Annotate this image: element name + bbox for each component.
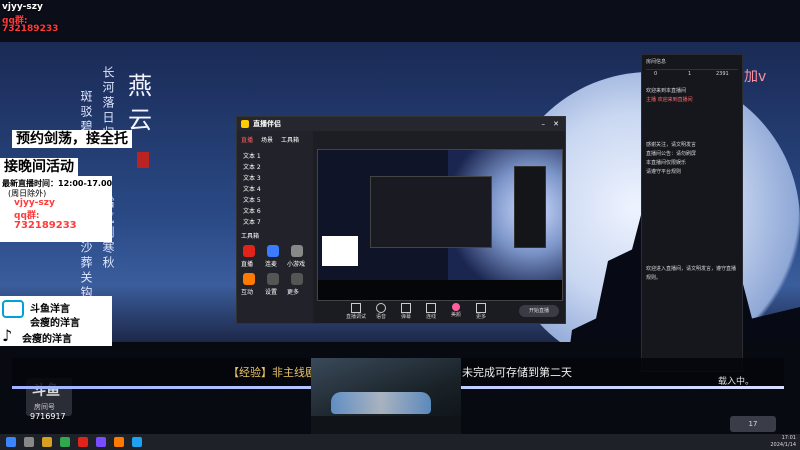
webcam-feed (311, 358, 461, 438)
chat-message: 欢迎来到本直播间 (646, 88, 687, 94)
taskbar-time: 17:01 (781, 435, 796, 441)
chat-stat: 2391 (716, 71, 729, 77)
chat-message: 感谢关注，请文明发言 (646, 142, 697, 148)
side-tag: 加v (744, 69, 767, 85)
app-titlebar: 直播伴侣 – ✕ (237, 117, 565, 131)
stream-preview (317, 149, 563, 301)
bilibili-icon (2, 300, 24, 318)
nested-caption (318, 280, 562, 300)
chat-panel: 房间信息 0 1 2391 欢迎来到本直播间 主播 欢迎来到直播间 感谢关注，请… (641, 54, 743, 372)
taskbar-date: 2024/1/14 (770, 442, 796, 448)
settings-tool-icon[interactable] (267, 273, 279, 285)
chat-messages: 欢迎来到本直播间 主播 欢迎来到直播间 (646, 87, 738, 105)
tool-label: 互动 (241, 289, 254, 296)
source-item[interactable]: 文本 7 (243, 217, 261, 228)
app-sidebar: 直播 场景 工具箱 文本 1 文本 2 文本 3 文本 4 文本 5 文本 6 … (237, 131, 313, 323)
browser-icon[interactable] (60, 437, 70, 447)
room-number: 9716917 (30, 412, 66, 421)
scene-title-char1: 燕 (128, 72, 152, 100)
chat-notice: 欢迎进入直播间，请文明发言，遵守直播规则。 (646, 266, 737, 281)
source-list: 文本 1 文本 2 文本 3 文本 4 文本 5 文本 6 文本 7 (243, 151, 261, 228)
tool-label: 设置 (265, 289, 278, 296)
source-item[interactable]: 文本 6 (243, 206, 261, 217)
tool-section-title: 工具箱 (241, 233, 260, 240)
chat-stat: 1 (688, 71, 692, 77)
start-live-button[interactable]: 开始直播 (519, 305, 559, 317)
streaming-app-window[interactable]: 直播伴侣 – ✕ 直播 场景 工具箱 文本 1 文本 2 文本 3 文本 4 文… (236, 116, 566, 324)
game-tool-icon[interactable] (291, 245, 303, 257)
more-tool-icon[interactable] (291, 273, 303, 285)
caption-right: 未完成可存储到第二天 (462, 366, 572, 379)
app-icon[interactable] (96, 437, 106, 447)
source-item[interactable]: 文本 4 (243, 184, 261, 195)
tab-tools[interactable]: 工具箱 (281, 135, 299, 144)
nested-overlay (322, 236, 358, 266)
bilibili-label: 斗鱼洋言 (30, 304, 70, 315)
chat-message: 本直播间仅限娱乐 (646, 160, 687, 166)
source-item[interactable]: 文本 3 (243, 173, 261, 184)
tool-label: 小游戏 (287, 261, 306, 268)
tab-live[interactable]: 直播 (241, 135, 253, 144)
app-logo-icon (241, 120, 249, 128)
seal-stamp (137, 152, 149, 168)
qq-group-number: 732189233 (14, 220, 77, 231)
minimize-icon[interactable]: – (542, 117, 546, 131)
caption-left: 【经验】非主线剧 (228, 366, 316, 379)
top-left-wechat: vjyy-szy (2, 2, 43, 12)
nested-preview (370, 176, 492, 248)
keyboard-glow (331, 392, 431, 414)
taskbar: 17:01 2024/1/14 (0, 434, 800, 450)
source-item[interactable]: 文本 1 (243, 151, 261, 162)
chat-messages-2: 感谢关注，请文明发言 直播间公告：请勿刷屏 本直播间仅限娱乐 请遵守平台规则 (646, 141, 738, 177)
live-tool-icon[interactable] (243, 245, 255, 257)
toolbar-danmu-button[interactable]: 弹幕 (395, 303, 417, 320)
toolbar-voice-button[interactable]: 语音 (370, 303, 392, 320)
chat-message: 主播 欢迎来到直播间 (646, 97, 693, 103)
app-icon[interactable] (132, 437, 142, 447)
app-icon[interactable] (78, 437, 88, 447)
tool-label: 直播 (241, 261, 254, 268)
source-item[interactable]: 文本 5 (243, 195, 261, 206)
search-icon[interactable] (24, 437, 34, 447)
wechat-id: vjyy-szy (14, 198, 55, 208)
douyu-app-icon[interactable] (114, 437, 124, 447)
windows-start-icon[interactable] (6, 437, 16, 447)
chat-header: 房间信息 (646, 59, 667, 65)
tool-label: 连麦 (265, 261, 278, 268)
close-icon[interactable]: ✕ (553, 117, 559, 131)
toolbar-connect-button[interactable]: 连线 (420, 303, 442, 320)
toolbar-beauty-button[interactable]: 美颜 (445, 303, 467, 318)
interact-tool-icon[interactable] (243, 273, 255, 285)
source-item[interactable]: 文本 2 (243, 162, 261, 173)
tool-grid: 直播 连麦 小游戏 互动 设置 更多 (241, 243, 309, 313)
nested-chat (514, 166, 546, 248)
room-label: 房间号 (34, 403, 55, 411)
bilibili-label-2: 会瘦的洋言 (30, 318, 80, 329)
app-name: 直播伴侣 (253, 120, 281, 128)
toolbar-more-button[interactable]: 更多 (470, 303, 492, 320)
tiktok-label: 会瘦的洋言 (22, 334, 72, 345)
app-toolbar: 直播调试 语音 弹幕 连线 美颜 更多 开始直播 (315, 301, 565, 323)
banner-evening: 接晚间活动 (0, 158, 78, 176)
tab-scene[interactable]: 场景 (261, 135, 273, 144)
chat-message: 直播间公告：请勿刷屏 (646, 151, 697, 157)
player-level-badge: 17 (730, 416, 776, 432)
chat-message: 请遵守平台规则 (646, 169, 682, 175)
chat-stat: 0 (654, 71, 658, 77)
top-left-qq-number: 732189233 (2, 24, 59, 34)
file-explorer-icon[interactable] (42, 437, 52, 447)
tiktok-icon: ♪ (2, 326, 13, 345)
chat-divider (646, 69, 738, 70)
tool-label: 更多 (287, 289, 300, 296)
toolbar-debug-button[interactable]: 直播调试 (345, 303, 367, 320)
mic-tool-icon[interactable] (267, 245, 279, 257)
banner-booking: 预约剑荡，接全托 (12, 130, 132, 148)
